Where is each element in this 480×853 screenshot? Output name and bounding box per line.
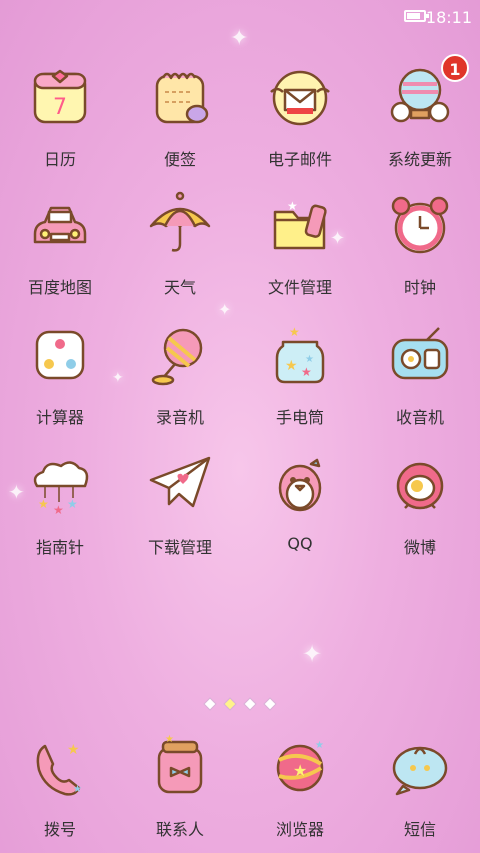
planet-icon: ★ ★ — [265, 732, 335, 802]
app-label: 录音机 — [155, 408, 204, 427]
radio-icon — [385, 320, 455, 390]
app-label: 微博 — [403, 538, 436, 557]
svg-text:★: ★ — [38, 497, 49, 511]
app-paper-plane[interactable]: 下载管理 — [125, 448, 235, 568]
page-dot[interactable] — [203, 696, 217, 711]
app-label: 便签 — [163, 150, 196, 169]
page-dot-active[interactable] — [223, 696, 237, 711]
folder-icon: ★ — [265, 190, 335, 260]
app-calendar[interactable]: 7 日历 — [5, 60, 115, 180]
app-label: 日历 — [43, 150, 76, 169]
app-microphone[interactable]: 录音机 — [125, 318, 235, 438]
app-alarm-clock[interactable]: 时钟 — [365, 188, 475, 308]
app-label: 电子邮件 — [267, 150, 332, 169]
app-star-jar[interactable]: ★ ★ ★ ★ 手电筒 — [245, 318, 355, 438]
phone-icon: ★ ★ — [25, 732, 95, 802]
svg-text:★: ★ — [315, 740, 324, 751]
app-message-bubble[interactable]: 短信 — [365, 730, 475, 850]
app-radio[interactable]: 收音机 — [365, 318, 475, 438]
app-label: 手电筒 — [275, 408, 324, 427]
app-system-update[interactable]: 1 系统更新 — [365, 54, 475, 180]
svg-text:★: ★ — [67, 497, 78, 511]
notes-icon — [145, 62, 215, 132]
app-folder[interactable]: ★ 文件管理 — [245, 188, 355, 308]
contacts-icon: ★ — [145, 732, 215, 802]
svg-text:★: ★ — [285, 358, 298, 374]
svg-text:★: ★ — [289, 325, 300, 339]
app-label: 时钟 — [403, 278, 436, 297]
battery-level — [407, 13, 420, 19]
app-label: 联系人 — [155, 820, 204, 839]
app-phone[interactable]: ★ ★ 拨号 — [5, 730, 115, 850]
app-bird[interactable]: 微博 — [365, 448, 475, 568]
app-label: 天气 — [163, 278, 196, 297]
app-label: 拨号 — [43, 820, 76, 839]
car-map-icon — [25, 190, 95, 260]
app-label: 计算器 — [35, 408, 84, 427]
app-label: 文件管理 — [267, 278, 332, 297]
bird-icon — [385, 450, 455, 520]
app-cloud-stars[interactable]: ★ ★ ★ 指南针 — [5, 448, 115, 568]
svg-text:★: ★ — [165, 734, 174, 745]
status-bar: 18:11 — [0, 0, 480, 34]
svg-text:★: ★ — [53, 503, 64, 517]
app-label: 收音机 — [395, 408, 444, 427]
calendar-icon: 7 — [25, 62, 95, 132]
star-jar-icon: ★ ★ ★ ★ — [265, 320, 335, 390]
app-dice[interactable]: 计算器 — [5, 318, 115, 438]
app-notes[interactable]: 便签 — [125, 60, 235, 180]
app-planet[interactable]: ★ ★ 浏览器 — [245, 730, 355, 850]
app-contacts[interactable]: ★ 联系人 — [125, 730, 235, 850]
app-umbrella[interactable]: 天气 — [125, 188, 235, 308]
page-dot[interactable] — [243, 696, 257, 711]
app-car-map[interactable]: 百度地图 — [5, 188, 115, 308]
app-label: 百度地图 — [27, 278, 92, 297]
app-row: ★ ★ ★ 指南针 下载管理 QQ 微博 — [0, 448, 480, 578]
app-penguin[interactable]: QQ — [245, 448, 355, 568]
app-label: QQ — [287, 534, 313, 553]
svg-text:7: 7 — [53, 95, 67, 120]
notification-badge: 1 — [441, 54, 469, 82]
message-bubble-icon — [385, 732, 455, 802]
svg-text:★: ★ — [293, 761, 307, 780]
alarm-clock-icon — [385, 190, 455, 260]
battery-icon — [404, 10, 429, 22]
svg-text:★: ★ — [73, 784, 82, 795]
app-label: 系统更新 — [387, 150, 452, 169]
svg-text:★: ★ — [305, 354, 314, 365]
app-label: 短信 — [403, 820, 436, 839]
microphone-icon — [145, 320, 215, 390]
svg-text:★: ★ — [67, 742, 80, 758]
dice-icon — [25, 320, 95, 390]
paper-plane-icon — [145, 450, 215, 520]
page-dot[interactable] — [263, 696, 277, 711]
svg-text:★: ★ — [301, 365, 312, 379]
page-indicator — [0, 696, 480, 712]
cloud-stars-icon: ★ ★ ★ — [25, 450, 95, 520]
home-screen: ✦ ✦ ✦ ✦ ✦ ✦ 18:11 7 日历 便签 电子邮件 1 系统更新 百度地图 天气 ★ 文… — [0, 0, 480, 853]
status-time: 18:11 — [425, 8, 472, 27]
app-row: 7 日历 便签 电子邮件 1 系统更新 — [0, 54, 480, 190]
svg-text:★: ★ — [287, 199, 298, 213]
app-label: 指南针 — [35, 538, 84, 557]
app-label: 下载管理 — [147, 538, 212, 557]
app-row: 计算器 录音机 ★ ★ ★ ★ 手电筒 收音机 — [0, 318, 480, 448]
umbrella-icon — [145, 190, 215, 260]
app-row: 百度地图 天气 ★ 文件管理 时钟 — [0, 188, 480, 318]
email-icon — [265, 62, 335, 132]
app-email[interactable]: 电子邮件 — [245, 60, 355, 180]
sparkle-decoration: ✦ — [302, 640, 323, 668]
app-label: 浏览器 — [275, 820, 324, 839]
penguin-icon — [265, 450, 335, 520]
dock: ★ ★ 拨号 ★ 联系人 ★ ★ 浏览器 短信 — [0, 730, 480, 853]
